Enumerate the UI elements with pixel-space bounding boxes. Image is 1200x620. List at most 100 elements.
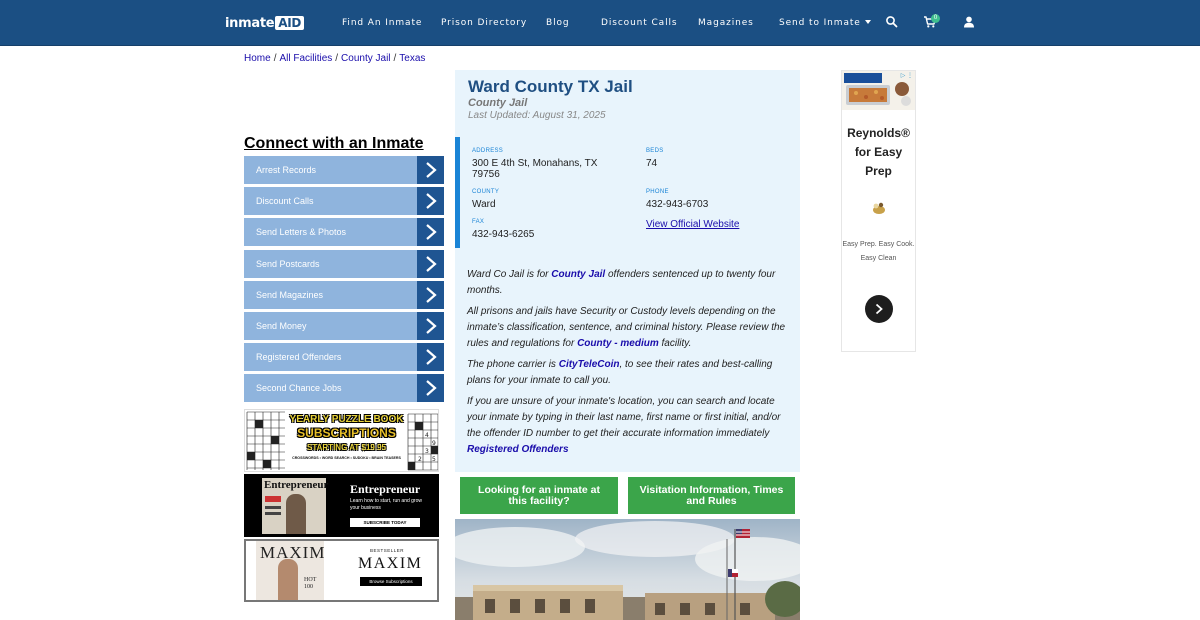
- svg-text:5: 5: [432, 456, 436, 463]
- ad-next-button[interactable]: [865, 295, 893, 323]
- user-icon[interactable]: [962, 15, 976, 29]
- nav-send-to-inmate[interactable]: Send to Inmate: [779, 18, 871, 28]
- puzzle-headline: YEARLY PUZZLE BOOK: [289, 414, 404, 425]
- breadcrumb: Home / All Facilities / County Jail / Texas: [244, 53, 425, 64]
- desc-text: facility.: [658, 338, 692, 349]
- sidebar-item-label: Send Letters & Photos: [256, 227, 347, 238]
- registered-offenders-link[interactable]: Registered Offenders: [467, 444, 569, 455]
- chevron-right-icon: [417, 343, 444, 372]
- sidebar-item-send-letters-photos[interactable]: Send Letters & Photos: [244, 218, 444, 247]
- puzzle-book-promo-banner[interactable]: 4935 2 YEARLY PUZZLE BOOK SUBSCRIPTIONS S…: [244, 409, 439, 472]
- chevron-right-icon: [417, 249, 444, 278]
- entrepreneur-subscribe-button[interactable]: SUBSCRIBE TODAY: [350, 518, 420, 527]
- description-paragraph-2: All prisons and jails have Security or C…: [467, 304, 787, 352]
- maxim-browse-button[interactable]: Browse Subscriptions: [360, 577, 422, 586]
- connect-menu: Arrest Records Discount Calls Send Lette…: [244, 156, 444, 406]
- phone-carrier-link[interactable]: CityTeleCoin: [559, 359, 620, 370]
- inmate-aid-logo[interactable]: inmate AID: [225, 14, 305, 32]
- chevron-right-icon: [417, 280, 444, 309]
- caret-down-icon: [864, 20, 871, 24]
- nav-magazines[interactable]: Magazines: [698, 18, 754, 28]
- facility-photo: [455, 519, 800, 620]
- entrepreneur-cover-brand: Entrepreneur: [264, 479, 329, 491]
- facility-info-box: ADDRESS 300 E 4th St, Monahans, TX 79756…: [455, 137, 800, 248]
- beds-value: 74: [646, 158, 658, 169]
- description-paragraph-4: If you are unsure of your inmate's locat…: [467, 394, 787, 458]
- breadcrumb-separator: /: [335, 53, 339, 64]
- fax-value: 432-943-6265: [472, 229, 535, 240]
- nav-prison-directory[interactable]: Prison Directory: [441, 18, 527, 28]
- facility-type: County Jail: [468, 97, 528, 109]
- sidebar-item-label: Send Magazines: [256, 289, 324, 300]
- sidebar-item-label: Second Chance Jobs: [256, 383, 342, 394]
- maxim-cover-text: HOT 100: [304, 577, 317, 590]
- sidebar-item-label: Arrest Records: [256, 165, 317, 175]
- page-title: Ward County TX Jail: [468, 77, 633, 96]
- breadcrumb-home[interactable]: Home: [244, 53, 271, 64]
- cart-count-badge: 0: [931, 14, 940, 23]
- security-level-link[interactable]: County - medium: [577, 338, 659, 349]
- connect-with-inmate-heading: Connect with an Inmate: [244, 135, 424, 152]
- ad-food-icon: [871, 201, 887, 215]
- looking-for-inmate-button[interactable]: Looking for an inmate at this facility?: [460, 477, 618, 514]
- address-value: 300 E 4th St, Monahans, TX 79756: [472, 158, 598, 180]
- breadcrumb-all-facilities[interactable]: All Facilities: [279, 53, 332, 64]
- desc-text: Ward Co Jail is for: [467, 269, 552, 280]
- nav-send-to-inmate-label: Send to Inmate: [779, 18, 861, 28]
- visitation-info-button[interactable]: Visitation Information, Times and Rules: [628, 477, 795, 514]
- sidebar-item-discount-calls[interactable]: Discount Calls: [244, 187, 444, 216]
- svg-text:3: 3: [425, 448, 429, 455]
- phone-value: 432-943-6703: [646, 199, 709, 210]
- svg-text:2: 2: [418, 456, 422, 463]
- sidebar-item-label: Registered Offenders: [256, 352, 342, 363]
- reynolds-ad[interactable]: ▷ ⋮ Reynolds® for Easy Prep Easy Prep. E…: [841, 70, 916, 352]
- ad-choices-icon[interactable]: ▷ ⋮: [901, 72, 913, 79]
- chevron-right-icon: [875, 303, 883, 315]
- chevron-right-icon: [417, 218, 444, 247]
- sidebar-item-label: Send Money: [256, 320, 307, 331]
- maxim-cover-image: MAXIM HOT 100: [256, 541, 324, 600]
- sidebar-item-label: Send Postcards: [256, 258, 320, 269]
- nav-blog[interactable]: Blog: [546, 18, 570, 28]
- top-navbar: inmate AID Find An Inmate Prison Director…: [0, 0, 1200, 46]
- puzzle-headline-2: SUBSCRIPTIONS: [297, 426, 396, 440]
- sidebar-item-arrest-records[interactable]: Arrest Records: [244, 156, 444, 184]
- entrepreneur-brand: Entrepreneur: [350, 482, 421, 496]
- search-icon[interactable]: [885, 15, 899, 29]
- ad-body-text: Easy Prep. Easy Cook. Easy Clean: [842, 241, 915, 262]
- sidebar-item-send-magazines[interactable]: Send Magazines: [244, 280, 444, 309]
- fax-label: FAX: [472, 219, 485, 225]
- sidebar-item-second-chance-jobs[interactable]: Second Chance Jobs: [244, 374, 444, 403]
- sidebar-item-send-postcards[interactable]: Send Postcards: [244, 249, 444, 278]
- desc-text: The phone carrier is: [467, 359, 559, 370]
- entrepreneur-promo-banner[interactable]: Entrepreneur Entrepreneur Learn how to s…: [244, 474, 439, 537]
- nav-find-inmate[interactable]: Find An Inmate: [342, 18, 422, 28]
- chevron-right-icon: [417, 187, 444, 216]
- description-paragraph-1: Ward Co Jail is for County Jail offender…: [467, 267, 787, 299]
- entrepreneur-tagline: Learn how to start, run and grow your bu…: [350, 498, 422, 511]
- phone-label: PHONE: [646, 189, 669, 195]
- county-value: Ward: [472, 199, 496, 210]
- sidebar-item-registered-offenders[interactable]: Registered Offenders: [244, 343, 444, 372]
- description-paragraph-3: The phone carrier is CityTeleCoin, to se…: [467, 357, 787, 389]
- breadcrumb-texas[interactable]: Texas: [399, 53, 425, 64]
- nav-discount-calls[interactable]: Discount Calls: [601, 18, 677, 28]
- maxim-badge: BESTSELLER: [370, 548, 405, 553]
- puzzle-tags: CROSSWORDS • WORD SEARCH • SUDOKU • BRAI…: [292, 456, 401, 460]
- breadcrumb-county-jail[interactable]: County Jail: [341, 53, 390, 64]
- svg-text:4: 4: [425, 432, 429, 439]
- desc-text: If you are unsure of your inmate's locat…: [467, 396, 781, 439]
- chevron-right-icon: [417, 311, 444, 340]
- logo-accent-text: AID: [275, 16, 305, 30]
- sidebar-item-label: Discount Calls: [256, 196, 314, 207]
- last-updated: Last Updated: August 31, 2025: [468, 110, 606, 121]
- address-label: ADDRESS: [472, 148, 504, 154]
- county-jail-link[interactable]: County Jail: [551, 269, 605, 280]
- sidebar-item-send-money[interactable]: Send Money: [244, 311, 444, 340]
- chevron-right-icon: [417, 374, 444, 403]
- official-website-link[interactable]: View Official Website: [646, 219, 739, 230]
- puzzle-price: STARTING AT $19.95: [307, 443, 386, 452]
- maxim-promo-banner[interactable]: MAXIM HOT 100 BESTSELLER MAXIM Browse Su…: [244, 539, 439, 602]
- chevron-right-icon: [417, 156, 444, 184]
- entrepreneur-cover-image: Entrepreneur: [262, 478, 329, 534]
